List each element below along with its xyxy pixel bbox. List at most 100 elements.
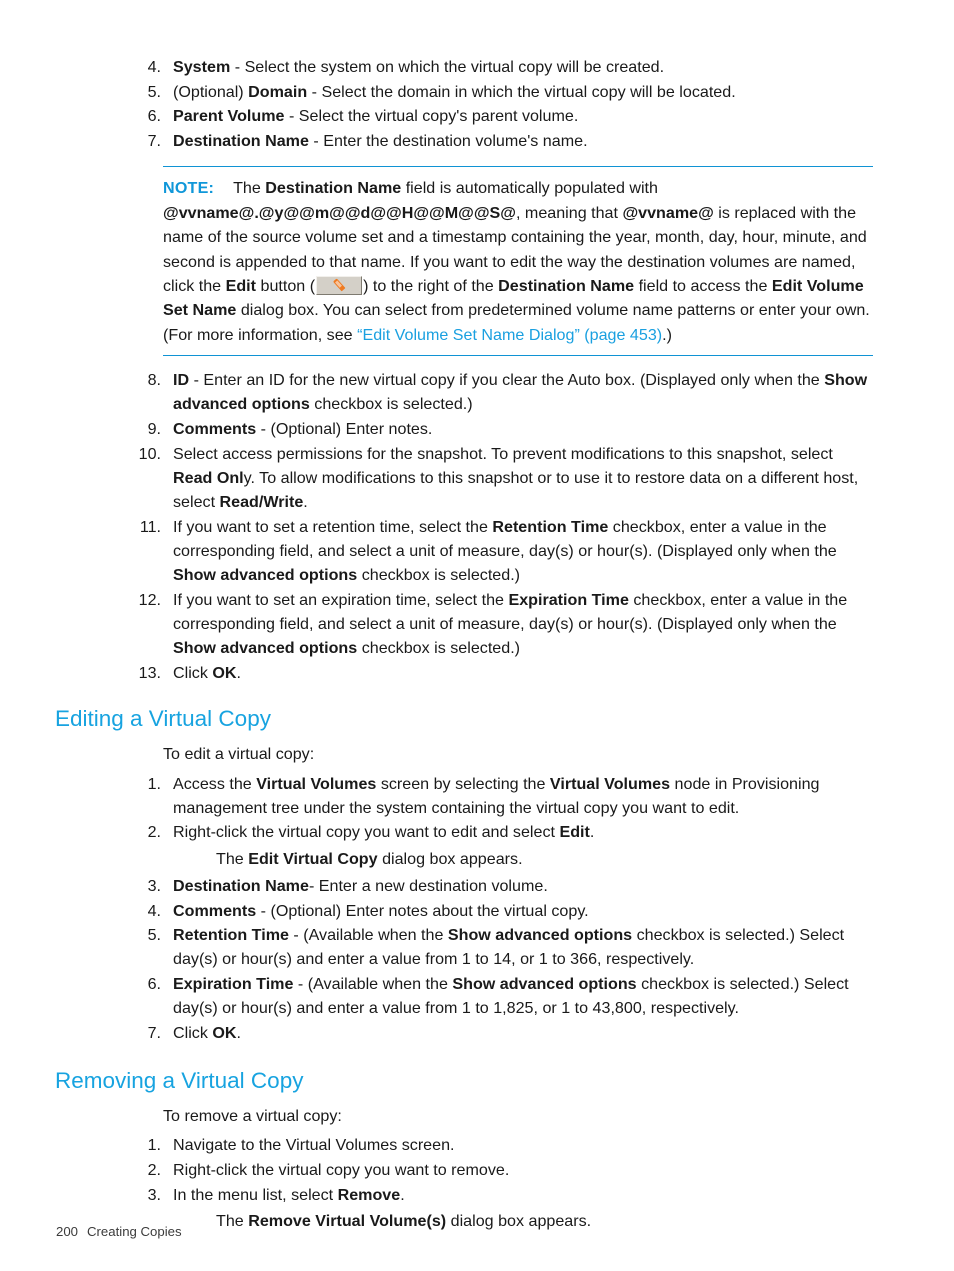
editing-virtual-copy-steps: 1. Access the Virtual Volumes screen by s…	[130, 772, 872, 1046]
list-item: 10. Select access permissions for the sna…	[130, 442, 872, 515]
list-item: 11. If you want to set a retention time, …	[130, 515, 872, 588]
list-item-number: 7.	[147, 132, 161, 151]
list-item-text: Destination Name - Enter the destination…	[173, 132, 588, 151]
list-item: 3. Destination Name- Enter a new destinat…	[130, 874, 872, 898]
emphasis-text: Remove	[337, 1185, 401, 1204]
list-item: 5. (Optional) Domain - Select the domain …	[130, 80, 872, 104]
list-item-text: Expiration Time - (Available when the Sh…	[173, 975, 849, 1018]
list-item-number: 6.	[147, 975, 161, 994]
note-text: The Destination Name field is automatica…	[163, 179, 870, 344]
list-item-text: Select access permissions for the snapsh…	[173, 444, 859, 512]
emphasis-text: ID	[173, 371, 190, 390]
emphasis-text: Virtual Volumes	[549, 774, 671, 793]
emphasis-text: Edit Virtual Copy	[248, 849, 378, 868]
list-item-text: If you want to set an expiration time, s…	[173, 590, 848, 658]
list-item-text: Retention Time - (Available when the Sho…	[173, 926, 845, 969]
emphasis-text: Show advanced options	[452, 975, 637, 994]
list-item-text: If you want to set a retention time, sel…	[173, 517, 837, 585]
list-item: 12. If you want to set an expiration time…	[130, 588, 872, 661]
emphasis-text: Show advanced options	[173, 566, 358, 585]
emphasis-text: System	[173, 58, 231, 76]
emphasis-text: OK	[212, 1024, 237, 1043]
list-item-number: 4.	[147, 58, 161, 76]
list-item: 13. Click OK.	[130, 661, 872, 685]
list-item-number: 4.	[147, 901, 161, 920]
heading-editing-a-virtual-copy: Editing a Virtual Copy	[55, 706, 271, 732]
list-item-text: Comments - (Optional) Enter notes.	[173, 420, 433, 439]
emphasis-text: Expiration Time	[508, 590, 629, 609]
pencil-glyph	[333, 279, 346, 292]
list-item: 4. System - Select the system on which th…	[130, 55, 872, 79]
list-item: 7. Click OK.	[130, 1021, 872, 1045]
emphasis-text: Edit	[559, 823, 590, 842]
list-item-number: 6.	[147, 107, 161, 126]
footer-page-number: 200	[56, 1224, 79, 1239]
list-item-subparagraph: The Remove Virtual Volume(s) dialog box …	[216, 1212, 592, 1231]
list-item: 2. Right-click the virtual copy you want …	[130, 1158, 872, 1182]
page-content: 4. System - Select the system on which th…	[0, 0, 954, 1236]
emphasis-text: Read Onl	[173, 468, 244, 487]
list-item-number: 5.	[147, 82, 161, 101]
document-page: 4. System - Select the system on which th…	[0, 0, 954, 1271]
list-item-text: ID - Enter an ID for the new virtual cop…	[173, 371, 868, 414]
list-item: 1. Access the Virtual Volumes screen by s…	[130, 772, 872, 820]
list-item: 4. Comments - (Optional) Enter notes abou…	[130, 899, 872, 923]
emphasis-text: Comments	[173, 420, 257, 439]
emphasis-text: Virtual Volumes	[256, 774, 377, 793]
page-footer: 200 Creating Copies	[56, 1224, 182, 1240]
create-virtual-copy-steps-continued: 8. ID - Enter an ID for the new virtual c…	[130, 368, 872, 685]
emphasis-text: @vvname@	[622, 203, 714, 222]
list-item: 8. ID - Enter an ID for the new virtual c…	[130, 368, 872, 416]
list-item-text: Parent Volume - Select the virtual copy'…	[173, 107, 579, 126]
list-item-subparagraph: The Edit Virtual Copy dialog box appears…	[216, 849, 523, 868]
list-item: 3. In the menu list, select Remove. The Re…	[130, 1183, 872, 1233]
list-item-number: 1.	[147, 1136, 161, 1155]
list-item-number: 1.	[147, 774, 161, 793]
list-item-number: 3.	[147, 876, 161, 895]
list-item-number: 5.	[147, 926, 161, 945]
list-item: 2. Right-click the virtual copy you want …	[130, 820, 872, 870]
emphasis-text: Destination Name	[498, 276, 635, 295]
list-item-number: 2.	[147, 1161, 161, 1180]
cross-reference-link[interactable]: “Edit Volume Set Name Dialog” (page 453)	[357, 326, 662, 344]
list-item-number: 13.	[138, 664, 161, 683]
emphasis-text: Retention Time	[173, 926, 289, 945]
emphasis-text: Show advanced options	[173, 639, 358, 658]
emphasis-text: Remove Virtual Volume(s)	[248, 1212, 447, 1231]
list-item-text: Destination Name- Enter a new destinatio…	[173, 876, 548, 895]
emphasis-text: Parent Volume	[173, 107, 285, 126]
emphasis-text: Destination Name	[265, 179, 402, 198]
footer-chapter-title: Creating Copies	[87, 1224, 182, 1239]
note-body: NOTE: The Destination Name field is autom…	[163, 176, 873, 347]
list-item-text: Right-click the virtual copy you want to…	[173, 1161, 510, 1180]
list-item-text: Comments - (Optional) Enter notes about …	[173, 901, 589, 920]
list-item-number: 9.	[147, 420, 161, 439]
removing-intro-text: To remove a virtual copy:	[163, 1107, 342, 1126]
list-item-number: 3.	[147, 1185, 161, 1204]
list-item-number: 11.	[139, 517, 161, 536]
emphasis-text: @vvname@.@y@@m@@d@@H@@M@@S@	[163, 203, 516, 222]
list-item-number: 2.	[147, 823, 161, 842]
list-item: 9. Comments - (Optional) Enter notes.	[130, 417, 872, 441]
list-item-number: 10.	[138, 444, 161, 463]
emphasis-text: Retention Time	[492, 517, 609, 536]
list-item: 5. Retention Time - (Available when the S…	[130, 923, 872, 971]
emphasis-text: Destination Name	[173, 876, 309, 895]
emphasis-text: Read/Write	[219, 493, 304, 512]
list-item-number: 7.	[147, 1024, 161, 1043]
list-item-number: 12.	[138, 590, 161, 609]
list-item-text: Right-click the virtual copy you want to…	[173, 823, 595, 842]
emphasis-text: Edit	[225, 276, 257, 295]
note-label: NOTE:	[163, 179, 215, 198]
emphasis-text: OK	[212, 664, 237, 683]
editing-intro-text: To edit a virtual copy:	[163, 745, 315, 764]
emphasis-text: Show advanced options	[173, 371, 868, 414]
list-item: 7. Destination Name - Enter the destinati…	[130, 129, 872, 153]
list-item-text: Click OK.	[173, 664, 241, 683]
list-item-text: In the menu list, select Remove.	[173, 1185, 405, 1204]
list-item-text: (Optional) Domain - Select the domain in…	[173, 82, 736, 101]
removing-virtual-copy-steps: 1. Navigate to the Virtual Volumes screen…	[130, 1133, 872, 1233]
list-item: 6. Parent Volume - Select the virtual cop…	[130, 104, 872, 128]
note-admonition: NOTE: The Destination Name field is autom…	[163, 166, 873, 357]
list-item-text: Navigate to the Virtual Volumes screen.	[173, 1136, 455, 1155]
